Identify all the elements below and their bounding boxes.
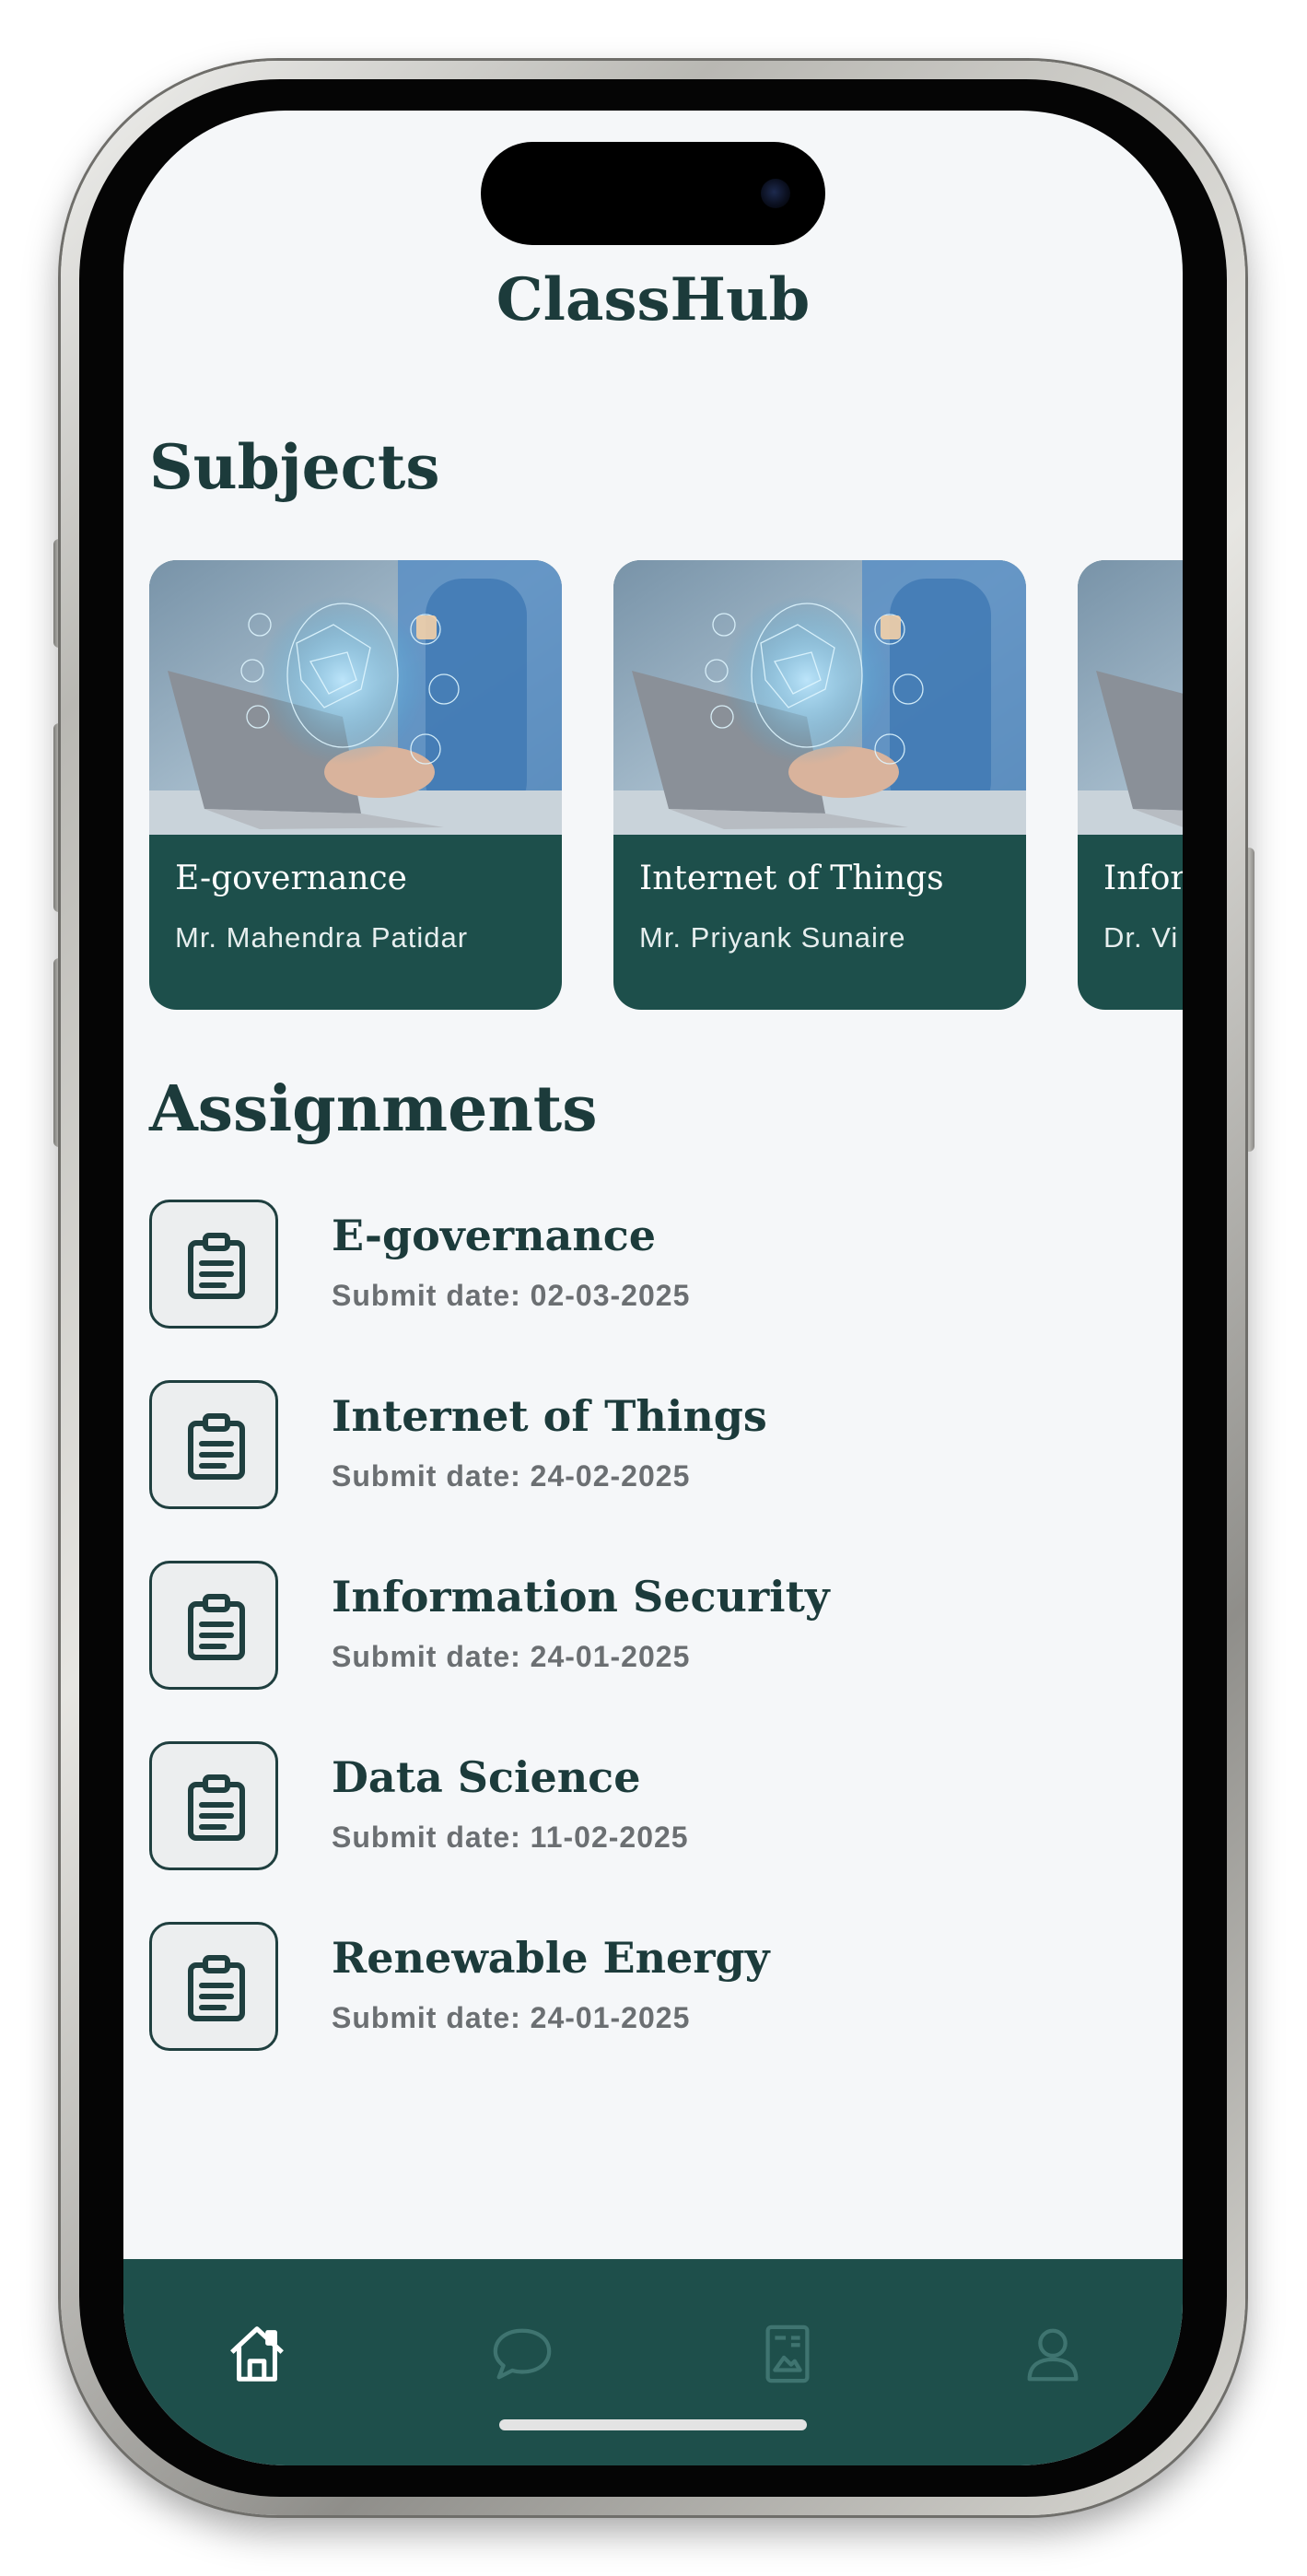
- assignment-name: Data Science: [332, 1752, 641, 1802]
- home-icon: [230, 2326, 284, 2382]
- assignment-item[interactable]: Internet of Things Submit date: 24-02-20…: [149, 1380, 1162, 1561]
- app-title: ClassHub: [496, 265, 811, 334]
- assignment-name: Renewable Energy: [332, 1933, 770, 1983]
- assignment-submit-date: Submit date: 11-02-2025: [332, 1821, 689, 1854]
- clipboard-icon: [188, 1413, 245, 1480]
- assignment-list: E-governance Submit date: 02-03-2025 Int…: [149, 1200, 1162, 2102]
- nav-chat[interactable]: [490, 2322, 554, 2386]
- assignment-submit-date: Submit date: 24-01-2025: [332, 1640, 691, 1673]
- subject-card-teacher: Mr. Mahendra Patidar: [175, 921, 469, 954]
- clipboard-icon: [188, 1233, 245, 1299]
- clipboard-icon: [188, 1955, 245, 2021]
- assignment-item[interactable]: Renewable Energy Submit date: 24-01-2025: [149, 1922, 1162, 2102]
- subject-card-image: [149, 560, 562, 835]
- assignment-name: Information Security: [332, 1572, 830, 1622]
- subjects-carousel[interactable]: E-governance Mr. Mahendra Patidar Intern…: [149, 560, 1183, 1012]
- phone-screen: ClassHub Subjects E-governance Mr. Mahen…: [123, 111, 1183, 2465]
- document-icon: [765, 2324, 810, 2383]
- profile-icon: [1027, 2328, 1079, 2382]
- clipboard-icon: [188, 1594, 245, 1660]
- subject-card-teacher: Dr. Vi: [1103, 921, 1179, 954]
- laptop-tech-illustration: [1078, 560, 1183, 835]
- nav-documents[interactable]: [755, 2322, 820, 2386]
- dynamic-island: [481, 142, 825, 245]
- laptop-tech-illustration: [613, 560, 1026, 835]
- assignments-heading: Assignments: [149, 1072, 598, 1146]
- assignment-icon-button[interactable]: [149, 1922, 278, 2051]
- clipboard-icon: [188, 1774, 245, 1841]
- assignment-name: Internet of Things: [332, 1391, 767, 1441]
- chat-bubble-icon: [493, 2328, 552, 2380]
- nav-profile[interactable]: [1021, 2322, 1085, 2386]
- assignment-submit-date: Submit date: 02-03-2025: [332, 1279, 691, 1312]
- subject-card-name: Internet of Things: [639, 860, 944, 897]
- assignment-name: E-governance: [332, 1211, 657, 1260]
- subjects-heading: Subjects: [149, 431, 440, 503]
- bottom-nav-bar: [123, 2259, 1183, 2465]
- subject-card[interactable]: E-governance Mr. Mahendra Patidar: [149, 560, 562, 1010]
- assignment-item[interactable]: Information Security Submit date: 24-01-…: [149, 1561, 1162, 1741]
- nav-home[interactable]: [225, 2322, 289, 2386]
- laptop-tech-illustration: [149, 560, 562, 835]
- subject-card-teacher: Mr. Priyank Sunaire: [639, 921, 906, 954]
- subject-card-name: E-governance: [175, 860, 407, 897]
- subject-card-image: [1078, 560, 1183, 835]
- assignment-submit-date: Submit date: 24-01-2025: [332, 2001, 691, 2034]
- assignment-icon-button[interactable]: [149, 1380, 278, 1509]
- subject-card-name: Infor: [1103, 860, 1183, 897]
- subject-card[interactable]: Internet of Things Mr. Priyank Sunaire: [613, 560, 1026, 1010]
- camera-icon: [761, 179, 790, 208]
- assignment-icon-button[interactable]: [149, 1741, 278, 1870]
- subject-card[interactable]: Infor Dr. Vi: [1078, 560, 1183, 1010]
- assignment-icon-button[interactable]: [149, 1200, 278, 1329]
- assignment-submit-date: Submit date: 24-02-2025: [332, 1459, 691, 1493]
- assignment-item[interactable]: E-governance Submit date: 02-03-2025: [149, 1200, 1162, 1380]
- assignment-icon-button[interactable]: [149, 1561, 278, 1690]
- home-indicator: [499, 2419, 807, 2430]
- assignment-item[interactable]: Data Science Submit date: 11-02-2025: [149, 1741, 1162, 1922]
- subject-card-image: [613, 560, 1026, 835]
